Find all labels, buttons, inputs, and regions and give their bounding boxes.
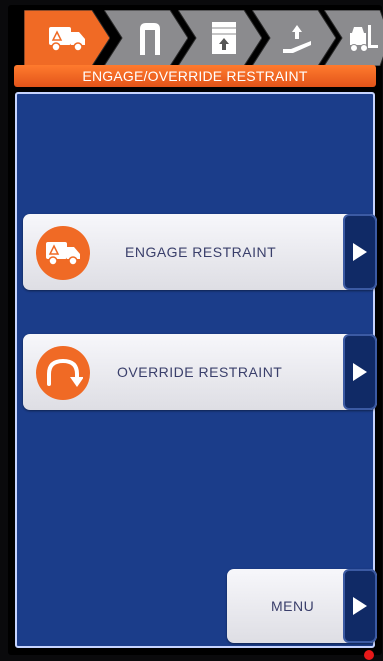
main-panel: ENGAGE RESTRAINT OVERRIDE RESTRAINT MENU [15,92,377,648]
curved-arrow-icon [36,346,90,400]
top-tab-bar [10,10,383,66]
play-arrow-icon [343,334,377,410]
page-title: ENGAGE/OVERRIDE RESTRAINT [14,65,376,87]
tab-restraint[interactable] [104,10,188,66]
truck-icon [24,10,110,66]
restraint-icon [104,10,188,66]
tab-truck[interactable] [24,10,110,66]
play-arrow-icon [343,569,377,643]
tab-door[interactable] [178,10,262,66]
truck-icon [36,226,90,280]
engage-restraint-label: ENGAGE RESTRAINT [125,244,277,260]
menu-button[interactable]: MENU [227,569,377,643]
tab-forklift[interactable] [324,10,383,66]
menu-label: MENU [271,598,315,614]
door-icon [178,10,262,66]
forklift-icon [324,10,383,66]
override-restraint-button[interactable]: OVERRIDE RESTRAINT [23,334,377,410]
override-restraint-label: OVERRIDE RESTRAINT [117,364,283,380]
status-indicator-light [364,650,374,660]
engage-restraint-button[interactable]: ENGAGE RESTRAINT [23,214,377,290]
play-arrow-icon [343,214,377,290]
